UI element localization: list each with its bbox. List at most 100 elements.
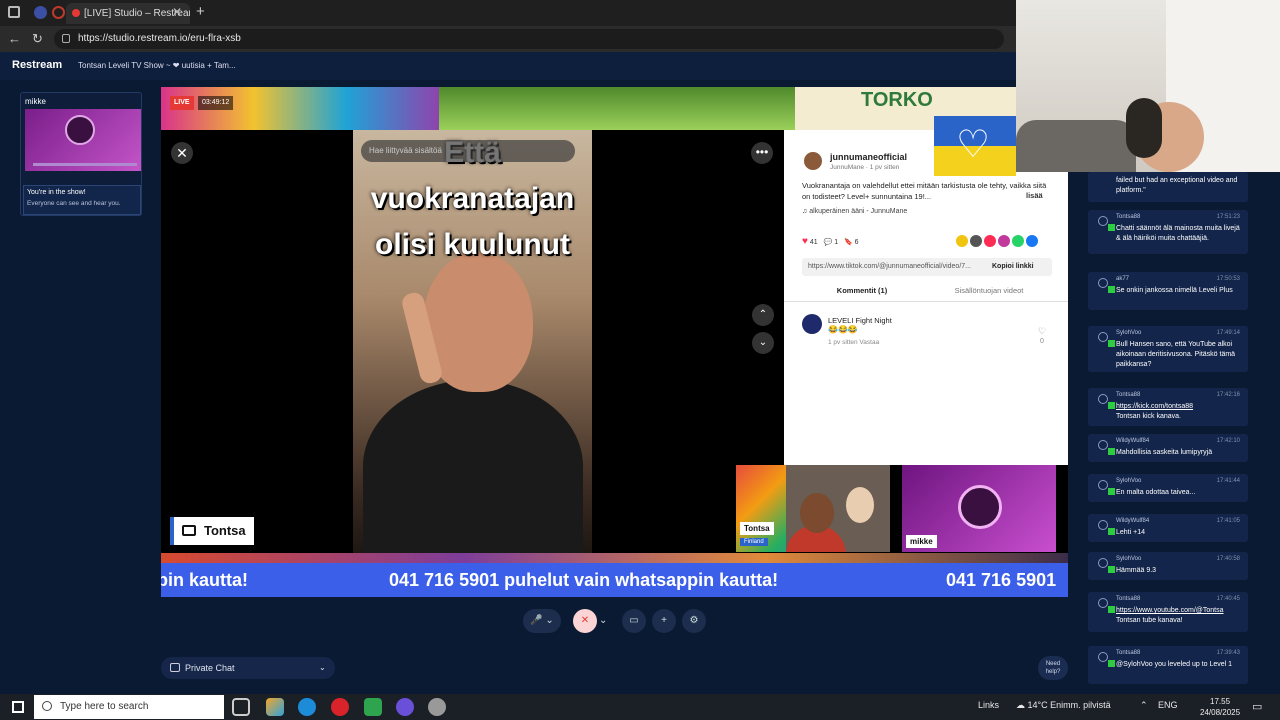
participant-tile-tontsa[interactable]: Tontsa Finland <box>736 465 890 552</box>
more-options-icon[interactable]: ••• <box>751 142 773 164</box>
tab-divider <box>784 301 1068 302</box>
camera-chevron-icon[interactable]: ⌄ <box>599 609 607 633</box>
stream-timer: 03:49:12 <box>198 96 234 110</box>
reload-icon[interactable]: ↻ <box>32 31 43 47</box>
ticker-text-left: pin kautta! <box>161 570 249 590</box>
copy-link-button[interactable]: Kopioi linkki <box>992 258 1034 276</box>
workspaces-icon[interactable] <box>52 6 65 19</box>
creator-username[interactable]: junnumaneofficial <box>830 152 907 162</box>
stage-bottom-strip <box>161 553 1068 563</box>
chat-time: 17:51:23 <box>1216 214 1240 220</box>
url-field[interactable]: https://studio.restream.io/eru-flra-xsb <box>54 29 1004 49</box>
participant-name: mikke <box>906 535 937 548</box>
settings-button[interactable]: ⚙ <box>682 609 706 633</box>
embed-icon[interactable] <box>970 235 982 247</box>
chat-text: Tontsan tube kanava! <box>1116 617 1183 624</box>
chat-avatar <box>1098 520 1108 530</box>
chat-author: SylohVoo <box>1116 556 1142 562</box>
app-green-icon[interactable] <box>364 698 382 716</box>
start-icon[interactable] <box>12 701 24 713</box>
share-icon[interactable] <box>956 235 968 247</box>
youtube-source-icon <box>1108 528 1115 535</box>
tab-creator-videos[interactable]: Sisällöntuojan videot <box>924 286 1054 295</box>
video-description: Vuokranantaja on valehdellut ettei mitää… <box>802 181 1047 201</box>
facebook-icon[interactable] <box>1026 235 1038 247</box>
widgets-icon[interactable] <box>266 698 284 716</box>
app-purple-icon[interactable] <box>396 698 414 716</box>
chat-link[interactable]: https://www.youtube.com/@Tontsa <box>1116 607 1224 614</box>
more-link[interactable]: lisää <box>1026 191 1043 200</box>
chat-author: SylohVoo <box>1116 330 1142 336</box>
sound-label[interactable]: ♫ alkuperäinen ääni - JunnuMane <box>802 208 907 215</box>
private-chat-label: Private Chat <box>185 663 235 673</box>
main-participant-name: Tontsa <box>204 523 246 538</box>
ticker-banner: pin kautta! 041 716 5901 puhelut vain wh… <box>161 563 1068 597</box>
chat-avatar <box>1098 558 1108 568</box>
comment-like-icon[interactable]: ♡ <box>1038 326 1046 337</box>
mic-icon: 🎤 <box>530 615 543 626</box>
repost-icon[interactable] <box>998 235 1010 247</box>
camera-button[interactable]: ✕ ⌄ <box>571 609 611 633</box>
ticker-text-right: 041 716 5901 <box>946 570 1057 590</box>
tiktok-panel: junnumaneofficial JunnuMane · 1 pv sitte… <box>784 130 1068 465</box>
chat-text: Chatti säännöt älä mainosta muita livejä… <box>1116 225 1240 242</box>
restream-logo[interactable]: Restream <box>12 59 62 71</box>
site-info-icon[interactable] <box>62 34 70 43</box>
language-indicator[interactable]: ENG <box>1158 700 1178 710</box>
webcam-sofa <box>1016 120 1136 172</box>
comment-icon[interactable]: 💬 <box>824 239 833 246</box>
task-view-icon[interactable] <box>232 698 250 716</box>
comment-count: 1 <box>834 239 839 246</box>
bookmark-icon[interactable]: 🔖 <box>844 239 853 246</box>
engagement-stats: ♥ 41 💬 1 🔖 6 <box>802 236 859 247</box>
show-title[interactable]: Tontsan Leveli TV Show ~ ❤ uutisia + Tam… <box>78 61 236 70</box>
clock-date: 24/08/2025 <box>1200 708 1241 717</box>
weather-widget[interactable]: ☁ 14°C Enimm. pilvistä <box>1016 700 1111 711</box>
need-help-button[interactable]: Need help? <box>1038 656 1068 680</box>
chat-message: SylohVoo 17:49:14 Bull Hansen sano, että Y… <box>1088 326 1248 372</box>
taskbar-search[interactable]: Type here to search <box>34 695 224 719</box>
mic-button[interactable]: 🎤 ⌄ <box>523 609 561 633</box>
private-chat-dropdown[interactable]: Private Chat ⌄ <box>161 657 335 679</box>
tray-chevron-icon[interactable]: ⌃ <box>1140 700 1148 711</box>
comment-author[interactable]: LEVELI Fight Night <box>828 316 892 325</box>
tiktok-search-field[interactable]: Hae liittyvää sisältöä <box>361 140 575 162</box>
tab-comments[interactable]: Kommentit (1) <box>802 286 922 302</box>
edge-icon[interactable] <box>298 698 316 716</box>
comment-meta[interactable]: 1 pv sitten Vastaa <box>828 339 879 346</box>
notifications-icon[interactable]: ▭ <box>1252 700 1262 713</box>
next-video-icon[interactable]: ⌄ <box>752 332 774 354</box>
chat-time: 17:39:43 <box>1216 650 1240 656</box>
profile-icon[interactable] <box>34 6 47 19</box>
like-icon[interactable]: ♥ <box>802 236 808 247</box>
chat-message: Tontsa88 17:51:23 Chatti säännöt älä maino… <box>1088 210 1248 254</box>
chat-time: 17:49:14 <box>1216 330 1240 336</box>
opera-icon[interactable] <box>331 698 349 716</box>
send-icon[interactable] <box>984 235 996 247</box>
stage-banner: TORKO <box>161 87 1016 130</box>
webcam-overlay <box>1016 0 1280 172</box>
app-gray-icon[interactable] <box>428 698 446 716</box>
live-badge: LIVE <box>170 96 194 110</box>
guest-name: mikke <box>25 97 46 106</box>
add-button[interactable]: + <box>652 609 676 633</box>
chat-link[interactable]: https://kick.com/tontsa88 <box>1116 403 1193 410</box>
window-menu-icon[interactable] <box>8 6 20 18</box>
previous-video-icon[interactable]: ⌃ <box>752 304 774 326</box>
webcam-headset <box>1126 98 1162 158</box>
windows-taskbar: Type here to search Links ☁ 14°C Enimm. … <box>0 694 1280 720</box>
clock[interactable]: 17.55 24/08/2025 <box>1200 696 1240 718</box>
whatsapp-icon[interactable] <box>1012 235 1024 247</box>
close-tab-icon[interactable]: ✕ <box>172 5 182 19</box>
links-toolbar[interactable]: Links <box>978 700 999 710</box>
comment-avatar[interactable] <box>802 314 822 334</box>
new-tab-button[interactable]: + <box>196 3 205 20</box>
share-screen-button[interactable]: ▭ <box>622 609 646 633</box>
chat-text: failed but had an exceptional video and … <box>1116 177 1238 194</box>
close-video-icon[interactable]: ✕ <box>171 142 193 164</box>
creator-avatar[interactable] <box>804 152 822 170</box>
participant-tile-mikke[interactable]: mikke <box>902 465 1056 552</box>
camera-off-icon: ✕ <box>573 609 597 633</box>
back-icon[interactable]: ← <box>8 31 21 46</box>
youtube-source-icon <box>1108 660 1115 667</box>
